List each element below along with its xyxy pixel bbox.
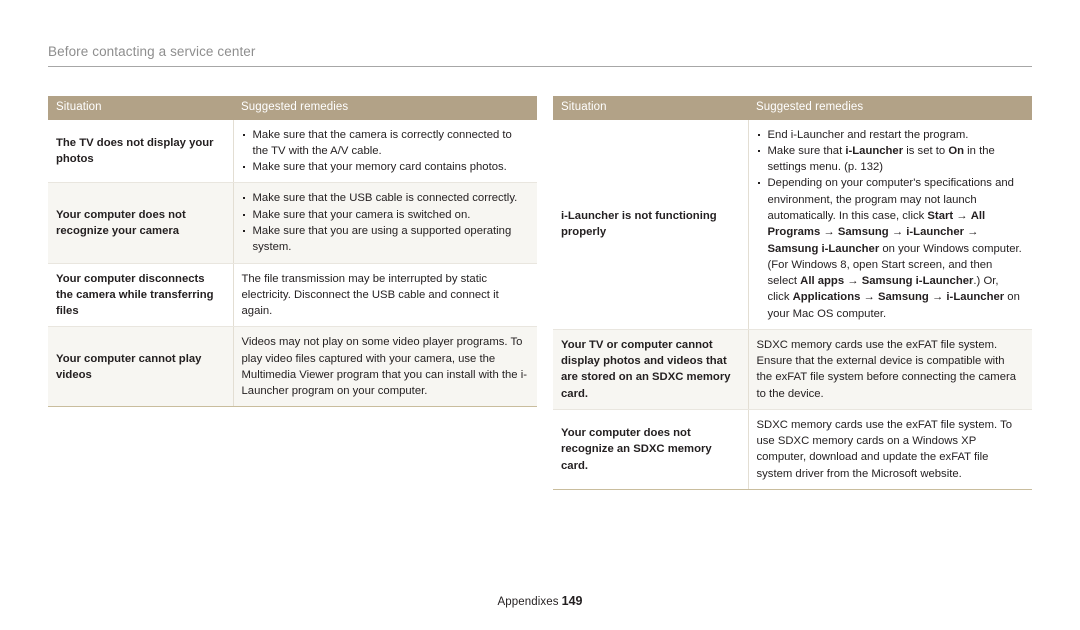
header-divider bbox=[48, 66, 1032, 67]
cell-remedies: SDXC memory cards use the exFAT file sys… bbox=[748, 329, 1032, 410]
remedy-bullet-list: Make sure that the USB cable is connecte… bbox=[242, 190, 529, 255]
running-header: Before contacting a service center bbox=[48, 44, 1032, 67]
remedy-paragraph: Videos may not play on some video player… bbox=[241, 336, 527, 398]
cell-remedies: Videos may not play on some video player… bbox=[233, 326, 537, 408]
troubleshooting-table-right: Situation Suggested remedies i-Launcher … bbox=[553, 96, 1032, 490]
cell-situation: Your computer cannot play videos bbox=[48, 326, 234, 408]
table-body: The TV does not display your photos Make … bbox=[48, 119, 537, 408]
remedy-bullet: Make sure that your camera is switched o… bbox=[242, 207, 529, 223]
column-header-situation: Situation bbox=[553, 96, 748, 120]
remedy-bullet-list: End i-Launcher and restart the program. M… bbox=[757, 127, 1024, 322]
table-body: i-Launcher is not functioning properly En… bbox=[553, 119, 1032, 490]
cell-situation: Your computer disconnects the camera whi… bbox=[48, 263, 234, 328]
cell-situation: Your computer does not recognize an SDXC… bbox=[553, 409, 749, 490]
table-header-row: Situation Suggested remedies bbox=[553, 96, 1032, 120]
remedy-paragraph: SDXC memory cards use the exFAT file sys… bbox=[756, 338, 1017, 400]
remedy-bullet: Make sure that you are using a supported… bbox=[242, 223, 529, 256]
footer-section-label: Appendixes bbox=[497, 596, 559, 608]
table-row: Your computer cannot play videos Videos m… bbox=[48, 326, 537, 408]
remedy-bullet-list: Make sure that the camera is correctly c… bbox=[242, 127, 529, 176]
table-row: i-Launcher is not functioning properly En… bbox=[553, 119, 1032, 330]
right-column: Situation Suggested remedies i-Launcher … bbox=[553, 96, 1032, 490]
remedy-bullet: Make sure that your memory card contains… bbox=[242, 159, 529, 175]
page-footer: Appendixes 149 bbox=[0, 594, 1080, 608]
remedy-bullet: Make sure that the camera is correctly c… bbox=[242, 127, 529, 160]
column-header-remedies: Suggested remedies bbox=[233, 96, 537, 120]
page-title: Before contacting a service center bbox=[48, 44, 256, 59]
table-row: Your TV or computer cannot display photo… bbox=[553, 329, 1032, 410]
table-row: The TV does not display your photos Make … bbox=[48, 119, 537, 184]
table-row: Your computer does not recognize your ca… bbox=[48, 182, 537, 264]
remedy-bullet: Make sure that i-Launcher is set to On i… bbox=[757, 143, 1024, 176]
column-header-situation: Situation bbox=[48, 96, 233, 120]
remedy-bullet: Make sure that the USB cable is connecte… bbox=[242, 190, 529, 206]
troubleshooting-table-left: Situation Suggested remedies The TV does… bbox=[48, 96, 537, 408]
table-row: Your computer disconnects the camera whi… bbox=[48, 263, 537, 328]
remedy-paragraph: The file transmission may be interrupted… bbox=[241, 272, 499, 318]
cell-remedies: Make sure that the USB cable is connecte… bbox=[233, 182, 537, 264]
document-page: Before contacting a service center Situa… bbox=[0, 0, 1080, 630]
cell-remedies: SDXC memory cards use the exFAT file sys… bbox=[748, 409, 1032, 490]
remedy-bullet: End i-Launcher and restart the program. bbox=[757, 127, 1024, 143]
cell-remedies: The file transmission may be interrupted… bbox=[233, 263, 537, 328]
table-row: Your computer does not recognize an SDXC… bbox=[553, 409, 1032, 490]
remedy-paragraph: SDXC memory cards use the exFAT file sys… bbox=[756, 418, 1013, 480]
cell-situation: Your TV or computer cannot display photo… bbox=[553, 329, 749, 410]
cell-remedies: Make sure that the camera is correctly c… bbox=[233, 119, 537, 184]
left-column: Situation Suggested remedies The TV does… bbox=[48, 96, 537, 408]
cell-situation: The TV does not display your photos bbox=[48, 119, 234, 184]
remedy-bullet: Depending on your computer's specificati… bbox=[757, 175, 1024, 321]
cell-situation: i-Launcher is not functioning properly bbox=[553, 119, 749, 330]
table-header-row: Situation Suggested remedies bbox=[48, 96, 537, 120]
cell-situation: Your computer does not recognize your ca… bbox=[48, 182, 234, 264]
footer-page-number: 149 bbox=[561, 594, 583, 608]
column-header-remedies: Suggested remedies bbox=[748, 96, 1032, 120]
cell-remedies: End i-Launcher and restart the program. M… bbox=[748, 119, 1032, 330]
